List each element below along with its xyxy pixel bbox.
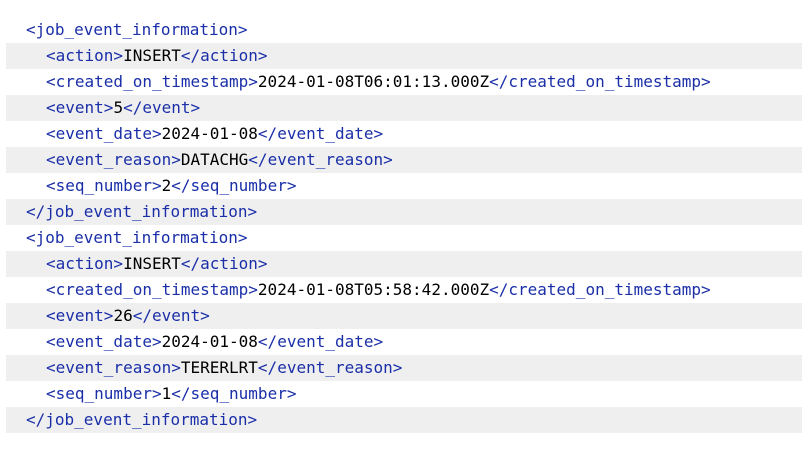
xml-line-seq-number: <seq_number>1</seq_number>	[6, 381, 802, 407]
xml-tag: <created_on_timestamp>	[46, 280, 258, 299]
xml-line-action: <action>INSERT</action>	[6, 251, 802, 277]
xml-line-event: <event>5</event>	[6, 95, 802, 121]
xml-value: INSERT	[123, 46, 181, 65]
xml-tag: <job_event_information>	[26, 228, 248, 247]
xml-tag: <event>	[46, 98, 114, 117]
xml-line-event-reason: <event_reason>TERERLRT</event_reason>	[6, 355, 802, 381]
xml-tag: <event>	[46, 306, 114, 325]
xml-tag: </seq_number>	[171, 176, 297, 195]
xml-line-root-close: </job_event_information>	[6, 199, 802, 225]
xml-code-view: <job_event_information> <action>INSERT</…	[6, 17, 802, 433]
xml-line-seq-number: <seq_number>2</seq_number>	[6, 173, 802, 199]
xml-tag: <seq_number>	[46, 176, 162, 195]
xml-tag: <seq_number>	[46, 384, 162, 403]
xml-tag: <action>	[46, 254, 124, 273]
xml-line-root-close: </job_event_information>	[6, 407, 802, 433]
xml-tag: </created_on_timestamp>	[489, 72, 711, 91]
xml-value: 2024-01-08	[161, 332, 258, 351]
xml-tag: </event_date>	[257, 332, 384, 351]
xml-tag: </action>	[180, 46, 268, 65]
xml-line-action: <action>INSERT</action>	[6, 43, 802, 69]
xml-line-root-open: <job_event_information>	[6, 17, 802, 43]
xml-tag: <event_reason>	[46, 150, 181, 169]
xml-tag: <event_date>	[46, 332, 162, 351]
xml-value: INSERT	[123, 254, 181, 273]
xml-value: 26	[113, 306, 133, 325]
xml-tag: </job_event_information>	[26, 410, 258, 429]
xml-tag: </event>	[132, 306, 210, 325]
xml-tag: </action>	[180, 254, 268, 273]
xml-tag: <event_date>	[46, 124, 162, 143]
xml-value: DATACHG	[180, 150, 249, 169]
xml-line-created-on-timestamp: <created_on_timestamp>2024-01-08T05:58:4…	[6, 277, 802, 303]
xml-line-event-reason: <event_reason>DATACHG</event_reason>	[6, 147, 802, 173]
xml-value: 1	[161, 384, 172, 403]
xml-line-event: <event>26</event>	[6, 303, 802, 329]
xml-value: 2024-01-08T05:58:42.000Z	[257, 280, 490, 299]
xml-tag: </event_date>	[257, 124, 384, 143]
xml-tag: </event_reason>	[257, 358, 403, 377]
xml-tag: <created_on_timestamp>	[46, 72, 258, 91]
xml-tag: </seq_number>	[171, 384, 297, 403]
xml-line-event-date: <event_date>2024-01-08</event_date>	[6, 121, 802, 147]
xml-value: 5	[113, 98, 124, 117]
xml-value: 2024-01-08T06:01:13.000Z	[257, 72, 490, 91]
xml-tag: </created_on_timestamp>	[489, 280, 711, 299]
xml-tag: <job_event_information>	[26, 20, 248, 39]
xml-value: 2	[161, 176, 172, 195]
xml-line-event-date: <event_date>2024-01-08</event_date>	[6, 329, 802, 355]
xml-tag: <action>	[46, 46, 124, 65]
xml-tag: </event_reason>	[248, 150, 393, 169]
xml-line-created-on-timestamp: <created_on_timestamp>2024-01-08T06:01:1…	[6, 69, 802, 95]
xml-value: TERERLRT	[180, 358, 258, 377]
xml-line-root-open: <job_event_information>	[6, 225, 802, 251]
xml-value: 2024-01-08	[161, 124, 258, 143]
xml-tag: </event>	[123, 98, 201, 117]
xml-tag: <event_reason>	[46, 358, 181, 377]
xml-tag: </job_event_information>	[26, 202, 258, 221]
